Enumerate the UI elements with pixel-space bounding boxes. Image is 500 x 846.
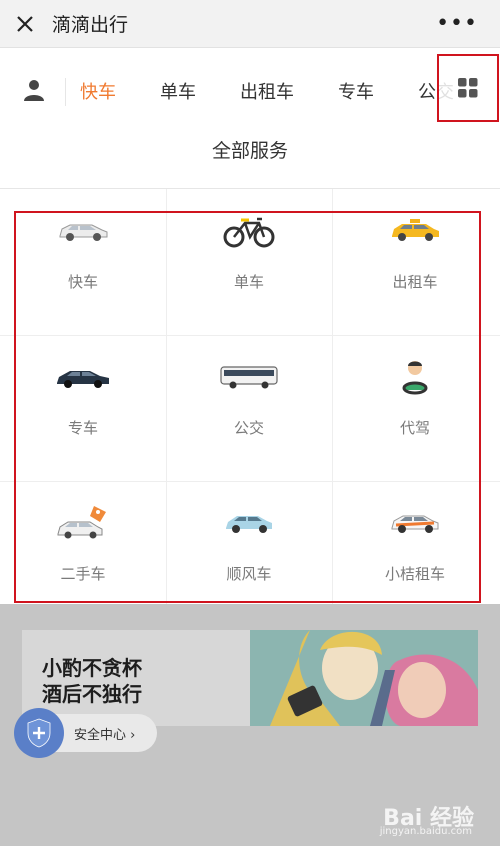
safety-center-button[interactable]: 安全中心 › — [14, 708, 157, 758]
close-icon[interactable] — [10, 9, 40, 39]
banner-illustration — [250, 630, 478, 726]
service-label: 小桔租车 — [384, 565, 445, 583]
service-label: 快车 — [67, 273, 98, 291]
safety-label: 安全中心 › — [74, 728, 136, 743]
service-label: 二手车 — [60, 565, 106, 583]
tab-kuaiche[interactable]: 快车 — [80, 78, 116, 104]
all-services-button[interactable] — [437, 54, 499, 122]
rental-car-icon — [332, 497, 498, 549]
service-label: 单车 — [233, 273, 264, 291]
tab-taxi[interactable]: 出租车 — [240, 78, 294, 104]
premier-car-icon — [0, 351, 166, 403]
tab-zhuanche[interactable]: 专车 — [338, 78, 374, 104]
user-icon[interactable] — [22, 78, 46, 102]
tab-danche[interactable]: 单车 — [160, 78, 196, 104]
more-icon[interactable]: ••• — [436, 13, 478, 35]
service-label: 出租车 — [392, 273, 438, 291]
hitch-car-icon — [166, 497, 332, 549]
top-bar: 滴滴出行 ••• — [0, 0, 500, 48]
service-kuaiche[interactable]: 快车 — [0, 189, 166, 335]
service-label: 顺风车 — [226, 565, 272, 583]
service-label: 公交 — [233, 419, 264, 437]
service-zhuanche[interactable]: 专车 — [0, 335, 166, 481]
banner-line1: 小酌不贪杯 — [42, 656, 142, 680]
grid-icon — [458, 78, 478, 98]
bicycle-icon — [166, 205, 332, 257]
service-danche[interactable]: 单车 — [166, 189, 332, 335]
service-bus[interactable]: 公交 — [166, 335, 332, 481]
tab-divider — [65, 78, 66, 106]
bus-icon — [166, 351, 332, 403]
shield-icon — [14, 708, 64, 758]
services-grid: 快车 单车 出租车 专车 公交 代驾 二手车 顺风车 小桔租车 — [0, 188, 500, 605]
service-label: 代驾 — [399, 419, 430, 437]
used-car-icon — [0, 497, 166, 549]
watermark-url: jingyan.baidu.com — [379, 826, 472, 837]
service-daijia[interactable]: 代驾 — [332, 335, 498, 481]
banner-line2: 酒后不独行 — [42, 682, 142, 706]
section-title: 全部服务 — [211, 140, 288, 162]
service-tab-bar: 快车 单车 出租车 专车 公交 — [0, 54, 500, 126]
car-icon — [0, 205, 166, 257]
driver-icon — [332, 351, 498, 403]
app-title: 滴滴出行 — [52, 14, 129, 36]
service-label: 专车 — [67, 419, 98, 437]
taxi-icon — [332, 205, 498, 257]
service-taxi[interactable]: 出租车 — [332, 189, 498, 335]
